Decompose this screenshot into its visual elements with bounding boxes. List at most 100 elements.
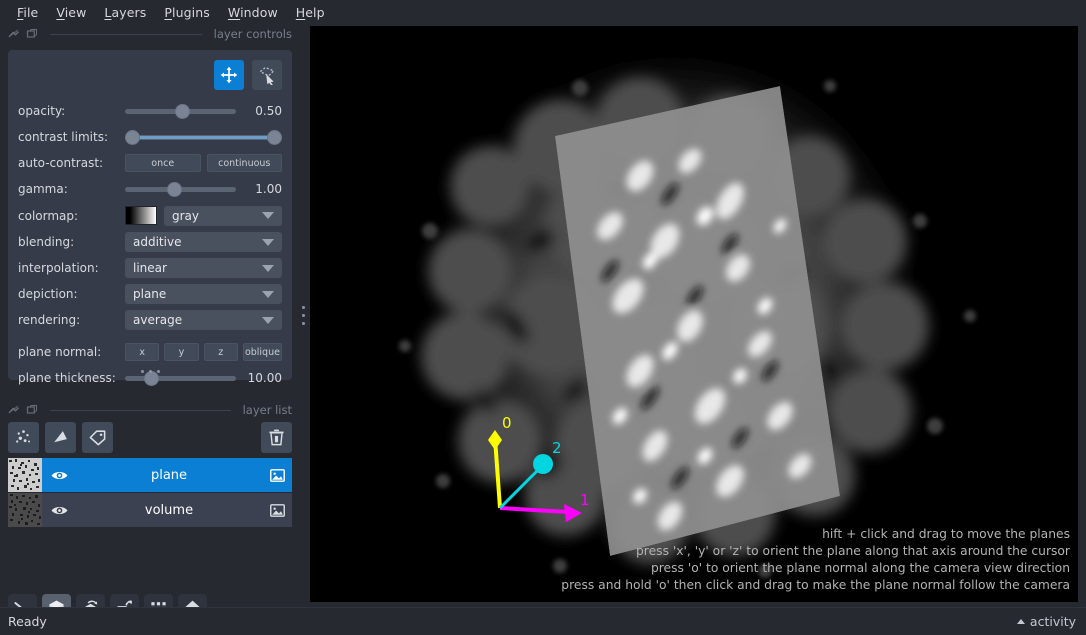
colormap-dropdown[interactable]: gray <box>164 205 282 226</box>
chevron-down-icon <box>262 212 274 219</box>
gamma-value: 1.00 <box>255 182 282 196</box>
opacity-label: opacity: <box>18 104 66 118</box>
layer-visibility-toggle[interactable] <box>42 501 76 520</box>
status-bar: Ready activity <box>0 607 1086 635</box>
auto-contrast-once-button[interactable]: once <box>125 154 201 172</box>
mode-button-row <box>18 60 282 90</box>
float-dock-icon[interactable] <box>8 28 20 40</box>
hint-line-2: press 'x', 'y' or 'z' to orient the plan… <box>636 544 1070 558</box>
opacity-slider[interactable] <box>125 101 236 121</box>
contrast-limits-slider[interactable] <box>125 127 282 147</box>
viewer-canvas[interactable]: 0 1 2 hift + click and drag to move the … <box>310 26 1078 602</box>
menu-window[interactable]: Window <box>219 3 287 22</box>
shapes-icon <box>54 431 67 443</box>
layer-list: plane volume <box>8 458 292 546</box>
new-labels-layer-button[interactable] <box>82 422 113 453</box>
labels-tag-icon <box>89 430 106 446</box>
layer-control-rows: opacity: 0.50 contrast limits: auto-cont… <box>18 98 283 391</box>
layer-controls-panel: opacity: 0.50 contrast limits: auto-cont… <box>8 50 292 386</box>
gamma-label: gamma: <box>18 182 68 196</box>
new-shapes-layer-button[interactable] <box>45 422 76 453</box>
eye-icon <box>51 506 67 514</box>
layer-thumbnail <box>8 493 42 527</box>
rendering-value: average <box>133 313 183 327</box>
axis-0-label: 0 <box>502 414 512 432</box>
auto-contrast-label: auto-contrast: <box>18 156 104 170</box>
interpolation-row: interpolation: linear <box>18 255 282 281</box>
menu-view[interactable]: View <box>47 3 95 22</box>
plane-normal-label: plane normal: <box>18 345 102 359</box>
interpolation-dropdown[interactable]: linear <box>125 258 282 278</box>
gamma-row: gamma: 1.00 <box>18 176 282 202</box>
opacity-row: opacity: 0.50 <box>18 98 282 124</box>
layer-type-icon-wrapper <box>262 502 292 519</box>
colormap-value: gray <box>172 208 200 223</box>
axis-2-head <box>533 454 553 474</box>
layer-list-titlebar: layer list <box>0 400 300 420</box>
titlebar-rule <box>50 409 231 411</box>
chevron-up-icon <box>1016 619 1025 624</box>
layer-name-plane[interactable]: plane <box>76 468 262 483</box>
dock-splitter-horizontal[interactable] <box>8 365 292 377</box>
points-icon <box>16 430 30 443</box>
menu-plugins[interactable]: Plugins <box>155 3 218 22</box>
depiction-row: depiction: plane <box>18 281 282 307</box>
colormap-label: colormap: <box>18 208 79 223</box>
menu-layers[interactable]: Layers <box>95 3 155 22</box>
colormap-row: colormap: gray <box>18 202 282 229</box>
volume-rendering: 0 1 2 <box>310 26 1078 602</box>
auto-contrast-row: auto-contrast: once continuous <box>18 150 282 176</box>
blending-dropdown[interactable]: additive <box>125 232 282 252</box>
axis-2-label: 2 <box>552 439 562 457</box>
activity-label: activity <box>1029 614 1076 629</box>
menu-bar: File View Layers Plugins Window Help <box>0 0 1086 24</box>
depiction-dropdown[interactable]: plane <box>125 284 282 304</box>
menu-help[interactable]: Help <box>287 3 334 22</box>
layer-visibility-toggle[interactable] <box>42 466 76 485</box>
new-points-layer-button[interactable] <box>8 422 39 453</box>
gamma-slider[interactable] <box>125 179 236 199</box>
main-splitter-vertical[interactable] <box>297 296 309 334</box>
canvas-hint-text: hift + click and drag to move the planes… <box>561 526 1070 594</box>
plane-normal-x-button[interactable]: x <box>125 343 160 361</box>
depiction-label: depiction: <box>18 287 78 301</box>
delete-layer-button[interactable] <box>261 422 292 453</box>
blending-label: blending: <box>18 235 75 249</box>
rendering-dropdown[interactable]: average <box>125 310 282 330</box>
move-icon <box>220 66 238 84</box>
chevron-down-icon <box>262 264 274 272</box>
float-dock-icon[interactable] <box>8 404 20 416</box>
contrast-low-handle <box>125 129 140 145</box>
transform-mode-button[interactable] <box>252 60 282 90</box>
image-layer-icon <box>269 503 285 517</box>
contrast-limits-row: contrast limits: <box>18 124 282 150</box>
opacity-value: 0.50 <box>255 104 282 118</box>
titlebar-rule <box>50 33 202 35</box>
plane-normal-y-button[interactable]: y <box>164 343 199 361</box>
pan-zoom-mode-button[interactable] <box>214 60 244 90</box>
hint-line-1: hift + click and drag to move the planes <box>822 527 1070 541</box>
auto-contrast-continuous-button[interactable]: continuous <box>206 154 282 172</box>
undock-icon[interactable] <box>26 28 38 40</box>
layer-name-volume[interactable]: volume <box>76 503 262 518</box>
chevron-down-icon <box>262 316 274 324</box>
plane-normal-z-button[interactable]: z <box>203 343 238 361</box>
left-dock-column: layer controls opacity: 0.50 contrast li… <box>0 24 300 623</box>
layer-row-volume[interactable]: volume <box>8 493 292 527</box>
hint-line-3: press 'o' to orient the plane normal alo… <box>650 561 1070 575</box>
plane-normal-oblique-button[interactable]: oblique <box>242 343 283 361</box>
layer-thumbnail <box>8 458 42 492</box>
layer-row-plane[interactable]: plane <box>8 458 292 492</box>
interpolation-label: interpolation: <box>18 261 99 275</box>
layer-controls-title: layer controls <box>213 27 292 41</box>
menu-file[interactable]: File <box>8 3 47 22</box>
layer-list-title: layer list <box>242 403 292 417</box>
plane-normal-row: plane normal: x y z oblique <box>18 339 283 365</box>
rendering-row: rendering: average <box>18 307 282 333</box>
contrast-high-handle <box>267 129 282 145</box>
activity-button[interactable]: activity <box>1016 614 1076 629</box>
undock-icon[interactable] <box>26 404 38 416</box>
hint-line-4: press and hold 'o' then click and drag t… <box>561 578 1070 592</box>
chevron-down-icon <box>262 290 274 298</box>
axis-1-label: 1 <box>580 491 590 509</box>
